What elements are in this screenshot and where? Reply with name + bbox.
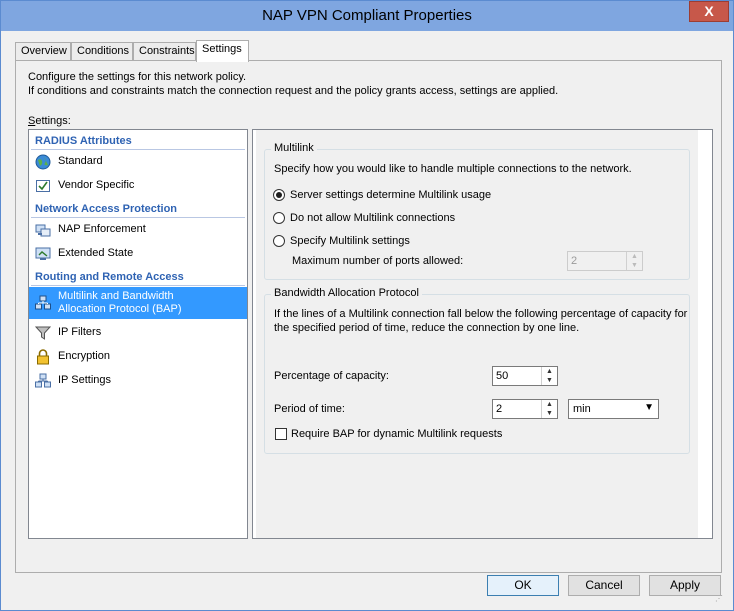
chevron-down-icon: ▼ [644,402,654,413]
max-ports-spinner[interactable]: 2 ▲ ▼ [567,251,643,271]
multilink-group-title: Multilink [271,142,317,154]
radio-server-settings-label: Server settings determine Multilink usag… [290,189,492,201]
bap-group-title: Bandwidth Allocation Protocol [271,287,422,299]
nap-enforcement-icon [35,224,51,237]
sidebar-item-label: IP Filters [58,326,102,338]
tab-settings[interactable]: Settings [196,40,249,62]
close-button[interactable]: X [689,1,729,22]
require-bap-checkbox[interactable] [275,428,287,440]
cancel-button[interactable]: Cancel [568,575,640,596]
tab-conditions[interactable]: Conditions [71,42,133,61]
vendor-check-icon [36,180,50,192]
properties-window: NAP VPN Compliant Properties X Overview … [0,0,734,611]
sidebar-item-encryption[interactable]: Encryption [29,347,247,367]
period-spinner[interactable]: 2 ▲ ▼ [492,399,558,419]
settings-tab-page: Configure the settings for this network … [15,60,722,573]
max-ports-value: 2 [571,255,578,267]
capacity-value: 50 [496,370,509,382]
dialog-client: Overview Conditions Constraints Settings… [7,31,727,606]
lock-icon [37,349,49,365]
settings-detail-pane: Multilink Specify how you would like to … [252,129,713,539]
period-unit-select[interactable]: min ▼ [568,399,659,419]
spinner-arrows: ▲ ▼ [626,252,642,270]
period-unit-value: min [573,403,591,415]
sidebar-item-label: NAP Enforcement [58,223,146,235]
sidebar-item-multilink-bap[interactable]: Multilink and Bandwidth Allocation Proto… [29,287,247,319]
apply-button[interactable]: Apply [649,575,721,596]
sidebar-item-label: Extended State [58,247,134,259]
page-description-line1: Configure the settings for this network … [28,71,247,83]
category-divider [31,285,245,286]
resize-grip-icon[interactable]: ⋰ [715,594,725,604]
category-radius-attributes: RADIUS Attributes [35,135,132,147]
tab-overview[interactable]: Overview [15,42,71,61]
sidebar-item-label-line2: Allocation Protocol (BAP) [58,303,182,315]
period-label: Period of time: [274,403,345,415]
globe-icon [35,154,51,170]
multilink-description: Specify how you would like to handle mul… [274,163,632,175]
category-divider [31,217,245,218]
sidebar-item-vendor-specific[interactable]: Vendor Specific [29,176,247,196]
spinner-arrows: ▲ ▼ [541,400,557,418]
detail-content: Multilink Specify how you would like to … [256,130,698,538]
sidebar-item-standard[interactable]: Standard [29,152,247,172]
bap-description-line1: If the lines of a Multilink connection f… [274,308,688,320]
radio-do-not-allow[interactable] [273,212,285,224]
spinner-down-icon[interactable]: ▼ [542,409,557,418]
bap-description-line2: the specified period of time, reduce the… [274,322,580,334]
spinner-down-icon[interactable]: ▼ [542,376,557,385]
title-bar[interactable]: NAP VPN Compliant Properties X [1,1,733,31]
multilink-icon [35,295,51,310]
extended-state-icon [35,247,51,260]
settings-tree: RADIUS Attributes Standard Vendor Specif… [28,129,248,539]
sidebar-item-ip-filters[interactable]: IP Filters [29,323,247,343]
radio-server-settings[interactable] [273,189,285,201]
sidebar-item-label: Vendor Specific [58,179,135,191]
filter-icon [35,326,51,340]
capacity-label: Percentage of capacity: [274,370,389,382]
spinner-down-icon[interactable]: ▼ [627,261,642,270]
capacity-spinner[interactable]: 50 ▲ ▼ [492,366,558,386]
sidebar-item-label: IP Settings [58,374,111,386]
sidebar-item-label: Multilink and Bandwidth [58,290,174,302]
max-ports-label: Maximum number of ports allowed: [292,255,464,267]
window-title: NAP VPN Compliant Properties [262,7,472,24]
category-divider [31,149,245,150]
sidebar-item-label: Standard [58,155,103,167]
tab-constraints[interactable]: Constraints [133,42,196,61]
category-network-access-protection: Network Access Protection [35,203,178,215]
network-icon [35,373,51,388]
spinner-up-icon[interactable]: ▲ [627,252,642,261]
radio-specify-settings[interactable] [273,235,285,247]
sidebar-item-ip-settings[interactable]: IP Settings [29,371,247,391]
sidebar-item-extended-state[interactable]: Extended State [29,244,247,264]
period-value: 2 [496,403,503,415]
radio-do-not-allow-label: Do not allow Multilink connections [290,212,456,224]
spinner-up-icon[interactable]: ▲ [542,400,557,409]
radio-specify-settings-label: Specify Multilink settings [290,235,410,247]
page-description-line2: If conditions and constraints match the … [28,85,559,97]
require-bap-label: Require BAP for dynamic Multilink reques… [291,428,503,440]
spinner-up-icon[interactable]: ▲ [542,367,557,376]
sidebar-item-label: Encryption [58,350,110,362]
sidebar-item-nap-enforcement[interactable]: NAP Enforcement [29,220,247,240]
spinner-arrows: ▲ ▼ [541,367,557,385]
category-routing-remote-access: Routing and Remote Access [35,271,184,283]
ok-button[interactable]: OK [487,575,559,596]
settings-label: Settings: [28,115,71,127]
